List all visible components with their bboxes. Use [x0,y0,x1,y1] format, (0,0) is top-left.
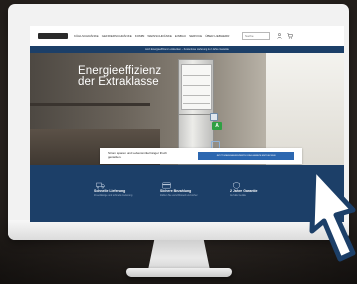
cta-text: Strom sparen und Lebensmittel länger fri… [108,151,167,159]
nav-link[interactable]: EINBAU [175,33,186,39]
user-icon[interactable] [276,32,283,40]
features-section: Schnelle Lieferung Zuverlässige und schn… [30,165,344,222]
nav-link[interactable]: ÜBER LIEBHERR [205,33,229,39]
monitor-stand-neck [148,240,210,270]
nav-link[interactable]: SERVICE [189,33,202,39]
feature-desc: Zuverlässige und schnelle Lieferung [94,194,133,197]
energy-label-icon[interactable] [210,113,218,121]
hero-title: Energieeffizienz der Extraklasse [78,65,188,88]
mouse-pointer-icon [309,165,356,262]
feature-desc: Auf alle Geräte [230,194,246,197]
feature-title: 2 Jahre Garantie [230,189,258,193]
nav-link[interactable]: KÜHLSCHRÄNKE [74,33,99,39]
kitchen-shelf [30,103,150,106]
feature-desc: Zahlen Sie verschlüsselt und sicher [160,194,198,197]
main-nav: KÜHLSCHRÄNKE GEFRIERSCHRÄNKE KOMBI WEINS… [74,33,229,39]
cta-button-label: JETZT ENERGIEEFFIZIENTE KÜHLGERÄTE ENTDE… [216,155,276,157]
promo-bar: Jetzt Energieeffizienz entdecken – Koste… [30,46,344,53]
nav-link[interactable]: WEINSCHRÄNKE [147,33,172,39]
feature-item: 2 Jahre Garantie Auf alle Geräte [222,165,302,222]
cta-button[interactable]: JETZT ENERGIEEFFIZIENTE KÜHLGERÄTE ENTDE… [198,152,294,160]
energy-class-letter: A [215,123,219,129]
fridge-door-divider [179,114,213,115]
cta-card: Strom sparen und Lebensmittel länger fri… [100,148,302,164]
search-input[interactable] [242,32,270,40]
monitor-chin [8,220,349,240]
card-icon [162,176,171,189]
feature-title: Sichere Bezahlung [160,189,192,193]
shield-icon [232,176,241,189]
nav-link[interactable]: KOMBI [135,33,145,39]
monitor: KÜHLSCHRÄNKE GEFRIERSCHRÄNKE KOMBI WEINS… [8,4,349,240]
feature-title: Schnelle Lieferung [94,189,126,193]
energy-class-badge[interactable]: A [212,122,222,130]
feature-item: Sichere Bezahlung Zahlen Sie verschlüsse… [152,165,232,222]
site-header: KÜHLSCHRÄNKE GEFRIERSCHRÄNKE KOMBI WEINS… [30,26,344,46]
screen: KÜHLSCHRÄNKE GEFRIERSCHRÄNKE KOMBI WEINS… [30,26,344,222]
truck-icon [96,176,105,189]
promo-text: Jetzt Energieeffizienz entdecken – Koste… [145,48,229,51]
brand-logo[interactable] [38,33,68,39]
nav-link[interactable]: GEFRIERSCHRÄNKE [102,33,132,39]
monitor-stand-base [126,268,232,277]
cart-icon[interactable] [286,32,293,40]
hero-title-line: der Extraklasse [78,76,159,88]
